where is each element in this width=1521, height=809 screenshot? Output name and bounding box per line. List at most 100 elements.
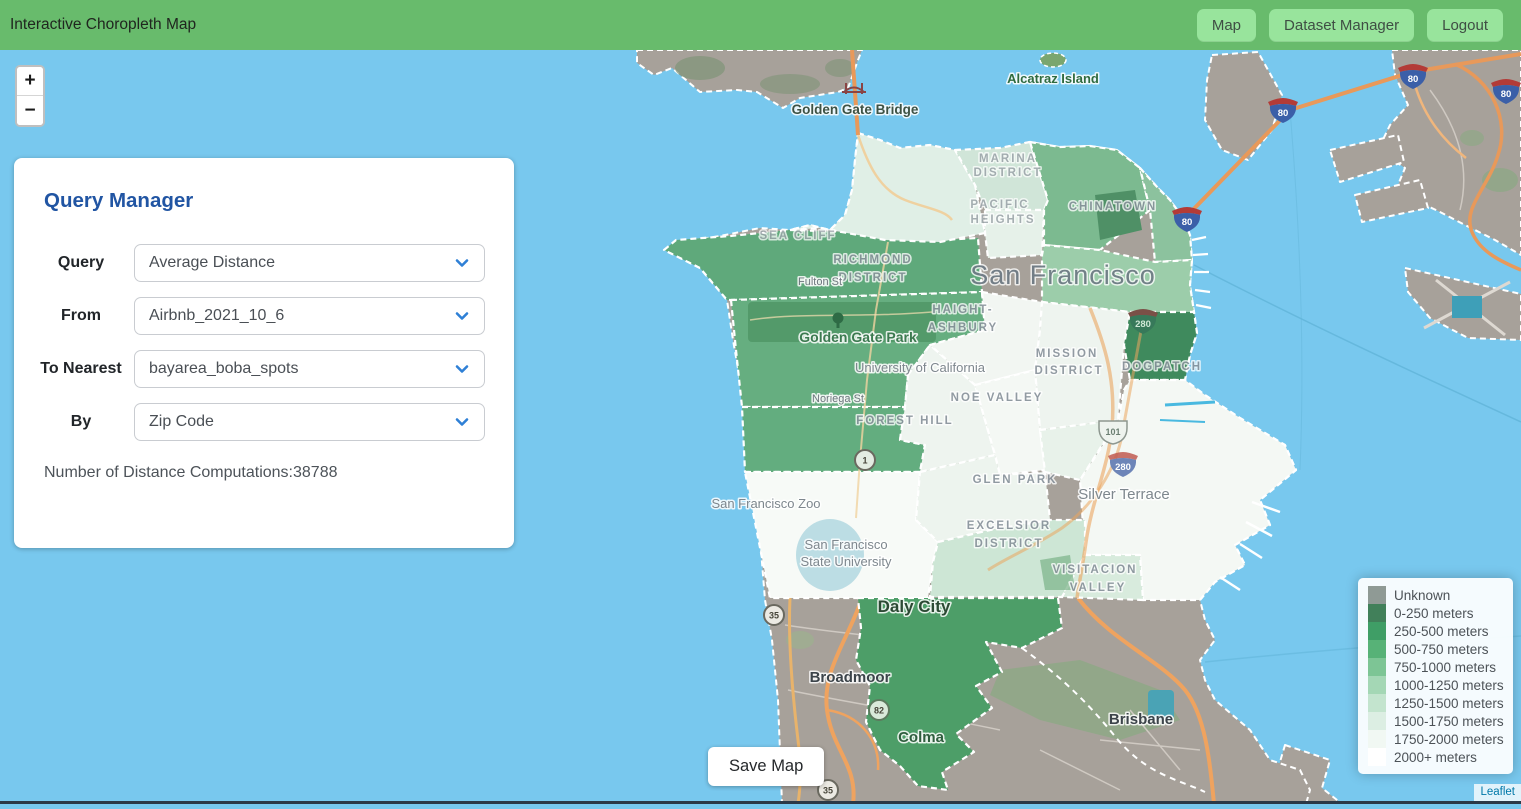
label-broadmoor: Broadmoor	[810, 669, 891, 686]
nav-group: Map Dataset Manager Logout	[1197, 9, 1521, 42]
zoom-out-button[interactable]: −	[17, 96, 43, 125]
chevron-down-icon	[454, 308, 470, 324]
from-label: From	[28, 304, 134, 327]
label-richmond: RICHMOND	[833, 254, 912, 266]
to-nearest-select-value: bayarea_boba_spots	[149, 360, 454, 378]
label-haight2: ASHBURY	[928, 322, 998, 334]
svg-text:35: 35	[769, 611, 779, 621]
label-dogpatch: DOGPATCH	[1122, 361, 1202, 373]
label-university: University of California	[855, 360, 986, 375]
label-visitacion: VISITACION	[1053, 564, 1138, 576]
legend-swatch	[1368, 586, 1386, 604]
app-header: Interactive Choropleth Map Map Dataset M…	[0, 0, 1521, 50]
svg-text:280: 280	[1135, 319, 1151, 330]
computations-text: Number of Distance Computations:38788	[44, 464, 514, 482]
legend-swatch	[1368, 712, 1386, 730]
by-label: By	[28, 410, 134, 433]
legend-item: 500-750 meters	[1368, 640, 1503, 658]
label-haight: HAIGHT-	[932, 304, 993, 316]
panel-title: Query Manager	[44, 189, 514, 213]
query-select-value: Average Distance	[149, 254, 454, 272]
from-row: From Airbnb_2021_10_6	[28, 297, 485, 335]
legend-swatch	[1368, 622, 1386, 640]
svg-text:80: 80	[1182, 217, 1193, 228]
label-ggpark: Golden Gate Park	[799, 329, 917, 345]
legend-item: Unknown	[1368, 586, 1503, 604]
ca82-shield: 82	[869, 700, 889, 720]
label-alcatraz: Alcatraz Island	[1007, 71, 1099, 86]
legend-item: 1000-1250 meters	[1368, 676, 1503, 694]
label-excelsior2: DISTRICT	[974, 538, 1043, 550]
label-sfstate2: State University	[800, 554, 892, 569]
label-mission2: DISTRICT	[1034, 365, 1103, 377]
label-noriega: Noriega St	[812, 393, 864, 405]
save-map-button[interactable]: Save Map	[708, 747, 824, 786]
legend-swatch	[1368, 694, 1386, 712]
label-san-francisco: San Francisco	[970, 260, 1156, 290]
label-marina: MARINA	[979, 153, 1037, 165]
legend-item: 1500-1750 meters	[1368, 712, 1503, 730]
by-row: By Zip Code	[28, 403, 485, 441]
ca35-shield: 35	[764, 605, 784, 625]
legend-swatch	[1368, 730, 1386, 748]
query-row: Query Average Distance	[28, 244, 485, 282]
app-title: Interactive Choropleth Map	[10, 16, 196, 34]
legend-item: 1750-2000 meters	[1368, 730, 1503, 748]
ca1-shield: 1	[855, 450, 875, 470]
svg-text:80: 80	[1501, 89, 1512, 100]
svg-text:35: 35	[823, 786, 833, 796]
to-nearest-label: To Nearest	[28, 357, 134, 380]
label-colma: Colma	[898, 729, 945, 746]
legend-item: 750-1000 meters	[1368, 658, 1503, 676]
label-visitacion2: VALLEY	[1070, 582, 1127, 594]
label-mission: MISSION	[1036, 348, 1099, 360]
label-brisbane: Brisbane	[1109, 711, 1173, 728]
label-pacific2: HEIGHTS	[970, 214, 1035, 226]
label-golden-gate-bridge: Golden Gate Bridge	[792, 102, 919, 117]
alcatraz-island	[1040, 53, 1066, 67]
chevron-down-icon	[454, 361, 470, 377]
nav-logout-button[interactable]: Logout	[1427, 9, 1503, 42]
legend-swatch	[1368, 604, 1386, 622]
by-select[interactable]: Zip Code	[134, 403, 485, 441]
label-fulton: Fulton St	[798, 276, 842, 288]
legend-item: 0-250 meters	[1368, 604, 1503, 622]
label-excelsior: EXCELSIOR	[967, 520, 1051, 532]
legend-item: 250-500 meters	[1368, 622, 1503, 640]
by-select-value: Zip Code	[149, 413, 454, 431]
svg-text:80: 80	[1278, 108, 1289, 119]
chevron-down-icon	[454, 255, 470, 271]
to-nearest-row: To Nearest bayarea_boba_spots	[28, 350, 485, 388]
legend-swatch	[1368, 640, 1386, 658]
from-select-value: Airbnb_2021_10_6	[149, 307, 454, 325]
label-seacliff: SEA CLIFF	[760, 230, 837, 242]
zoom-control: + −	[15, 65, 45, 127]
from-select[interactable]: Airbnb_2021_10_6	[134, 297, 485, 335]
label-richmond2: DISTRICT	[838, 272, 907, 284]
zoom-in-button[interactable]: +	[17, 67, 43, 96]
svg-text:101: 101	[1105, 427, 1120, 437]
label-sfstate: San Francisco	[804, 537, 887, 552]
nav-map-button[interactable]: Map	[1197, 9, 1256, 42]
label-dalycity: Daly City	[878, 597, 951, 616]
legend-swatch	[1368, 748, 1386, 766]
label-foresthill: FOREST HILL	[856, 415, 953, 427]
label-sfzoo: San Francisco Zoo	[711, 496, 820, 511]
query-select[interactable]: Average Distance	[134, 244, 485, 282]
label-pacific: PACIFIC	[970, 199, 1029, 211]
svg-text:280: 280	[1115, 462, 1131, 473]
to-nearest-select[interactable]: bayarea_boba_spots	[134, 350, 485, 388]
label-glenpark: GLEN PARK	[973, 474, 1058, 486]
svg-text:1: 1	[862, 456, 867, 466]
harbor-basin	[1452, 296, 1482, 318]
label-chinatown: CHINATOWN	[1069, 201, 1157, 213]
leaflet-attribution-link[interactable]: Leaflet	[1474, 784, 1521, 801]
svg-text:82: 82	[874, 706, 884, 716]
legend-item: 2000+ meters	[1368, 748, 1503, 766]
legend-swatch	[1368, 658, 1386, 676]
nav-dataset-manager-button[interactable]: Dataset Manager	[1269, 9, 1414, 42]
label-marina2: DISTRICT	[973, 167, 1042, 179]
svg-text:80: 80	[1408, 74, 1419, 85]
query-label: Query	[28, 251, 134, 274]
label-noevalley: NOE VALLEY	[951, 392, 1044, 404]
